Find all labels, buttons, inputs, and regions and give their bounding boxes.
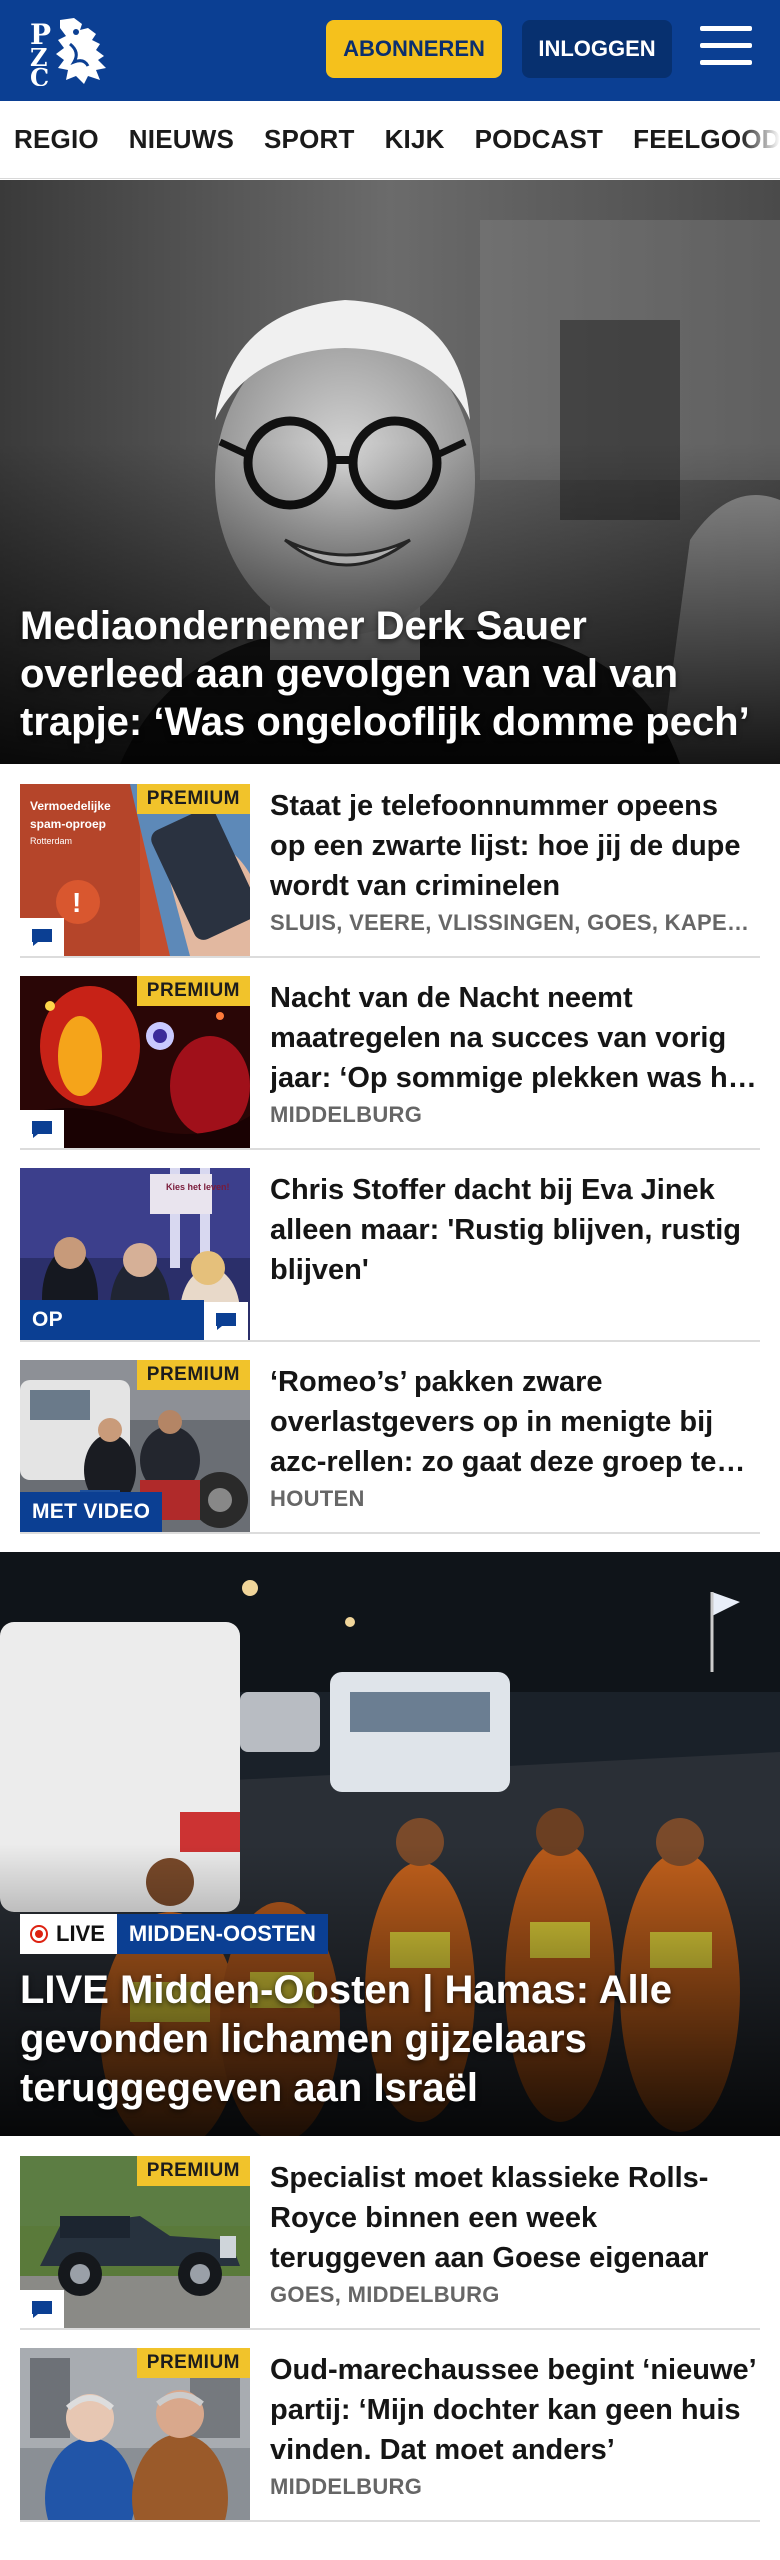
article-title[interactable]: Specialist moet klassieke Rolls-Royce bi… (270, 2158, 760, 2278)
nav-item-nieuws[interactable]: NIEUWS (129, 124, 234, 155)
article-location: MIDDELBURG (270, 1102, 423, 1127)
article-thumbnail: Vermoedelijke spam-oproep Rotterdam ! PR… (20, 784, 250, 956)
article-thumbnail: Kies het leven! OP CAMPAGN... (20, 1168, 250, 1340)
article-card[interactable]: PREMIUM MET VIDEO ‘Romeo’s’ pakken zware… (20, 1360, 760, 1534)
article-thumbnail: PREMIUM MET VIDEO (20, 1360, 250, 1532)
menu-bar (700, 43, 752, 48)
hero-article[interactable]: Mediaondernemer Derk Sauer overleed aan … (0, 180, 780, 764)
article-title[interactable]: Chris Stoffer dacht bij Eva Jinek alleen… (270, 1170, 760, 1290)
svg-text:spam-oproep: spam-oproep (30, 817, 106, 831)
live-dot-icon (30, 1925, 48, 1943)
article-title[interactable]: Staat je telefoonnummer opeens op een zw… (270, 786, 760, 906)
comment-icon (20, 1110, 64, 1148)
logo-lion (56, 18, 106, 84)
article-location: GOES, MIDDELBURG (270, 2282, 500, 2307)
subscribe-button[interactable]: ABONNEREN (326, 20, 502, 78)
article-title[interactable]: Nacht van de Nacht neemt maatregelen na … (270, 978, 760, 1098)
live-indicator: LIVE (20, 1914, 117, 1954)
article-card[interactable]: PREMIUM Specialist moet klassieke Rolls-… (20, 2156, 760, 2330)
menu-icon[interactable] (700, 26, 752, 72)
article-card[interactable]: Kies het leven! OP CAMPAGN... Chris Stof… (20, 1168, 760, 1342)
video-label: MET VIDEO (20, 1492, 163, 1532)
menu-bar (700, 26, 752, 31)
article-thumbnail: PREMIUM (20, 976, 250, 1148)
campaign-label: OP CAMPAGN... (20, 1300, 204, 1340)
article-title[interactable]: ‘Romeo’s’ pakken zware overlastgevers op… (270, 1362, 760, 1482)
article-card[interactable]: PREMIUM Oud-marechaussee begint ‘nieuwe’… (20, 2348, 760, 2522)
thumb-sign-text: Kies het leven! (166, 1182, 230, 1192)
article-card[interactable]: Vermoedelijke spam-oproep Rotterdam ! PR… (20, 784, 760, 958)
article-title[interactable]: Oud-marechaussee begint ‘nieuwe’ partij:… (270, 2350, 760, 2470)
nav-item-kijk[interactable]: KIJK (385, 124, 445, 155)
live-badges: LIVE MIDDEN-OOSTEN (20, 1914, 328, 1954)
hero-title[interactable]: Mediaondernemer Derk Sauer overleed aan … (20, 602, 760, 746)
site-header: P Z C ABONNEREN INLOGGEN (0, 0, 780, 101)
pzc-logo[interactable]: P Z C (26, 14, 112, 92)
premium-badge: PREMIUM (136, 2348, 250, 2378)
article-location: HOUTEN (270, 1486, 365, 1511)
premium-badge: PREMIUM (136, 1360, 250, 1390)
nav-item-sport[interactable]: SPORT (264, 124, 355, 155)
comment-icon (20, 2290, 64, 2328)
article-location: MIDDELBURG (270, 2474, 423, 2499)
premium-badge: PREMIUM (136, 784, 250, 814)
live-title[interactable]: LIVE Midden-Oosten | Hamas: Alle gevonde… (20, 1966, 760, 2113)
premium-badge: PREMIUM (136, 976, 250, 1006)
comment-icon (204, 1302, 248, 1340)
article-thumbnail: PREMIUM (20, 2348, 250, 2520)
logo-letter-c: C (30, 63, 49, 86)
nav-item-podcast[interactable]: PODCAST (475, 124, 604, 155)
svg-text:!: ! (72, 887, 81, 918)
article-card[interactable]: PREMIUM Nacht van de Nacht neemt maatreg… (20, 976, 760, 1150)
login-button[interactable]: INLOGGEN (522, 20, 672, 78)
article-location: SLUIS, VEERE, VLISSINGEN, GOES, KAPELLE,… (270, 910, 760, 935)
menu-bar (700, 60, 752, 65)
premium-badge: PREMIUM (136, 2156, 250, 2186)
svg-text:Rotterdam: Rotterdam (30, 836, 72, 846)
comment-icon (20, 918, 64, 956)
live-label: LIVE (56, 1921, 105, 1946)
nav-fade (740, 101, 780, 178)
thumb-caption: Vermoedelijke (30, 799, 111, 813)
live-category[interactable]: MIDDEN-OOSTEN (116, 1914, 328, 1954)
article-thumbnail: PREMIUM (20, 2156, 250, 2328)
section-nav: REGIO NIEUWS SPORT KIJK PODCAST FEELGOOD… (0, 101, 780, 179)
nav-item-regio[interactable]: REGIO (14, 124, 99, 155)
